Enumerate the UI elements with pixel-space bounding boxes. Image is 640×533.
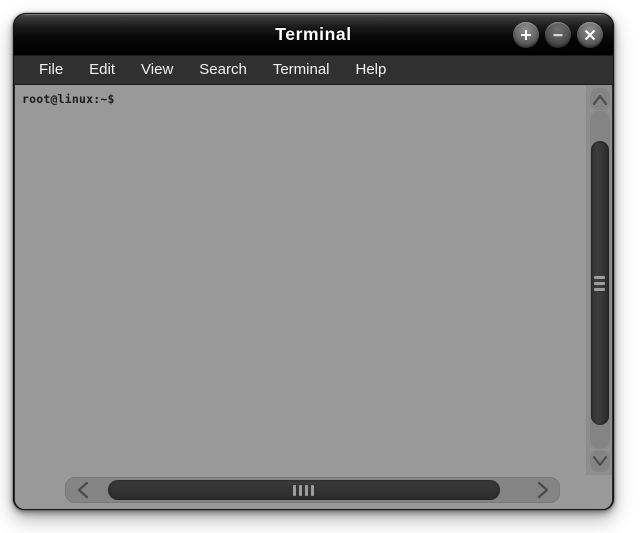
window-body: root@linux:~$	[14, 85, 613, 509]
window-title: Terminal	[275, 24, 352, 44]
horizontal-scroll-thumb[interactable]	[107, 480, 501, 500]
horizontal-thumb-grip-icon	[293, 484, 315, 496]
terminal-window: Terminal File Edit View Search Terminal …	[13, 13, 614, 510]
scroll-up-arrow-icon[interactable]	[589, 88, 610, 110]
scroll-down-arrow-icon[interactable]	[589, 450, 610, 472]
horizontal-scrollbar-row	[15, 475, 612, 509]
horizontal-scrollbar[interactable]	[65, 477, 560, 503]
vertical-scroll-track[interactable]	[589, 111, 610, 449]
vertical-scrollbar[interactable]	[586, 85, 612, 475]
screen: Terminal File Edit View Search Terminal …	[0, 0, 640, 533]
minimize-button[interactable]	[545, 21, 571, 48]
maximize-button[interactable]	[513, 21, 539, 48]
menu-item-terminal[interactable]: Terminal	[260, 56, 343, 84]
menu-item-edit[interactable]: Edit	[76, 56, 128, 84]
title-bar[interactable]: Terminal	[14, 14, 613, 55]
menu-item-search[interactable]: Search	[186, 56, 260, 84]
content-row: root@linux:~$	[15, 85, 612, 475]
vertical-scroll-thumb[interactable]	[590, 141, 609, 426]
terminal-prompt-line: root@linux:~$	[22, 92, 115, 106]
scroll-left-arrow-icon[interactable]	[70, 479, 96, 501]
horizontal-scroll-track[interactable]	[99, 480, 526, 500]
menu-item-file[interactable]: File	[26, 56, 76, 84]
menu-bar: File Edit View Search Terminal Help	[14, 55, 613, 85]
scroll-right-arrow-icon[interactable]	[529, 479, 555, 501]
menu-item-view[interactable]: View	[128, 56, 186, 84]
vertical-thumb-grip-icon	[594, 275, 605, 291]
terminal-output[interactable]: root@linux:~$	[15, 85, 586, 475]
window-controls	[513, 21, 603, 48]
close-button[interactable]	[577, 21, 603, 48]
menu-item-help[interactable]: Help	[343, 56, 400, 84]
scrollbar-corner	[586, 477, 612, 503]
